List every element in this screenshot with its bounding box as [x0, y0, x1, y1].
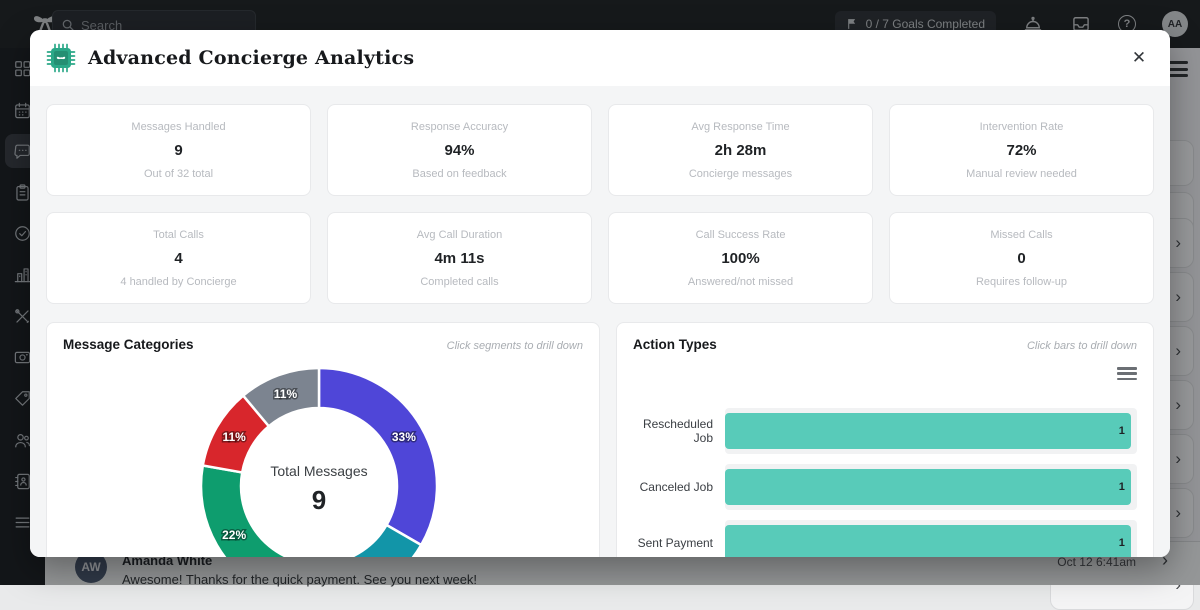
stat-subtext: Concierge messages: [689, 168, 792, 180]
stat-subtext: Based on feedback: [412, 168, 506, 180]
pie-segment-label: 11%: [274, 387, 298, 401]
stat-label: Messages Handled: [131, 121, 225, 133]
stat-card-messages-handled: Messages Handled 9 Out of 32 total: [46, 104, 311, 196]
bar-category-label: Rescheduled Job: [633, 417, 725, 445]
modal-header: Advanced Concierge Analytics ✕: [30, 30, 1170, 86]
stat-card-avg-call-duration: Avg Call Duration 4m 11s Completed calls: [327, 212, 592, 304]
action-types-panel: Action Types Click bars to drill down Re…: [616, 322, 1154, 557]
bar-category-label: Canceled Job: [633, 480, 725, 494]
pie-segment-label: 22%: [222, 528, 246, 542]
stats-row-calls: Total Calls 4 4 handled by Concierge Avg C…: [46, 212, 1154, 304]
stat-value: 9: [174, 142, 182, 159]
close-icon[interactable]: ✕: [1124, 43, 1154, 73]
pie-segment-label: 11%: [222, 430, 246, 444]
stat-card-call-success-rate: Call Success Rate 100% Answered/not missed: [608, 212, 873, 304]
stat-value: 94%: [444, 142, 474, 159]
stat-card-intervention-rate: Intervention Rate 72% Manual review needed: [889, 104, 1154, 196]
stat-value: 4: [174, 250, 182, 267]
stat-label: Avg Response Time: [691, 121, 789, 133]
stat-label: Call Success Rate: [696, 229, 786, 241]
bar-row: Rescheduled Job 1: [633, 408, 1137, 454]
stat-label: Total Calls: [153, 229, 204, 241]
stat-card-response-accuracy: Response Accuracy 94% Based on feedback: [327, 104, 592, 196]
stat-value: 72%: [1006, 142, 1036, 159]
stat-subtext: Answered/not missed: [688, 276, 793, 288]
bar-value-label: 1: [1119, 537, 1125, 549]
bar-track: 1: [725, 520, 1137, 557]
stat-value: 4m 11s: [434, 250, 484, 267]
stat-subtext: Completed calls: [420, 276, 498, 288]
bar-row: Canceled Job 1: [633, 464, 1137, 510]
pie-segment-label: 33%: [392, 430, 416, 444]
bar-row: Sent Payment 1: [633, 520, 1137, 557]
charts-row: Message Categories Click segments to dri…: [46, 322, 1154, 557]
bar-track: 1: [725, 408, 1137, 454]
concierge-chip-icon: [46, 43, 76, 73]
stat-label: Missed Calls: [990, 229, 1052, 241]
stat-label: Avg Call Duration: [417, 229, 502, 241]
stat-subtext: Requires follow-up: [976, 276, 1067, 288]
stat-subtext: Out of 32 total: [144, 168, 213, 180]
chart-context-menu-icon[interactable]: [1117, 367, 1137, 380]
bar-chart: Rescheduled Job1Canceled Job1Sent Paymen…: [633, 408, 1137, 557]
analytics-modal: Advanced Concierge Analytics ✕ Messages …: [30, 30, 1170, 557]
bar-value-label: 1: [1119, 481, 1125, 493]
chart-hint: Click segments to drill down: [447, 340, 583, 352]
donut-center-value: 9: [312, 485, 326, 515]
chart-hint: Click bars to drill down: [1027, 340, 1137, 352]
message-categories-panel: Message Categories Click segments to dri…: [46, 322, 600, 557]
stat-card-missed-calls: Missed Calls 0 Requires follow-up: [889, 212, 1154, 304]
stat-card-total-calls: Total Calls 4 4 handled by Concierge: [46, 212, 311, 304]
bar[interactable]: 1: [725, 469, 1131, 505]
modal-title: Advanced Concierge Analytics: [88, 47, 414, 69]
stat-label: Intervention Rate: [980, 121, 1064, 133]
modal-body: Messages Handled 9 Out of 32 total Respons…: [30, 86, 1170, 557]
stat-subtext: 4 handled by Concierge: [120, 276, 236, 288]
stat-value: 0: [1017, 250, 1025, 267]
bar-track: 1: [725, 464, 1137, 510]
stat-value: 100%: [721, 250, 759, 267]
bar-value-label: 1: [1119, 425, 1125, 437]
stat-value: 2h 28m: [715, 142, 767, 159]
stats-row-messages: Messages Handled 9 Out of 32 total Respons…: [46, 104, 1154, 196]
bar[interactable]: 1: [725, 413, 1131, 449]
stat-subtext: Manual review needed: [966, 168, 1077, 180]
bar[interactable]: 1: [725, 525, 1131, 557]
pie-segment[interactable]: [319, 368, 437, 545]
stat-label: Response Accuracy: [411, 121, 508, 133]
stat-card-avg-response-time: Avg Response Time 2h 28m Concierge message…: [608, 104, 873, 196]
pie-segment[interactable]: [201, 466, 292, 557]
donut-chart: Total Messages 9 33%22%22%11%11%: [63, 366, 583, 557]
donut-center-label: Total Messages: [270, 463, 367, 479]
bar-category-label: Sent Payment: [633, 536, 725, 550]
